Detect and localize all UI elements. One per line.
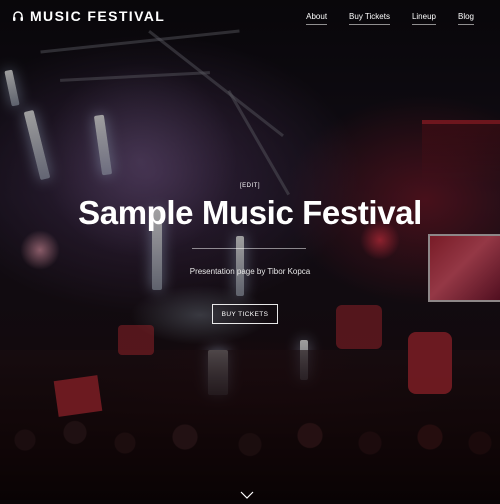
main-nav: About Buy Tickets Lineup Blog — [306, 12, 474, 25]
page-title: Sample Music Festival — [78, 194, 422, 231]
hero-background-image — [0, 0, 500, 500]
buy-tickets-button[interactable]: BUY TICKETS — [212, 304, 278, 324]
nav-lineup[interactable]: Lineup — [411, 12, 436, 25]
page-subtitle: Presentation page by Tibor Kopca — [189, 267, 311, 276]
nav-buy-tickets[interactable]: Buy Tickets — [349, 12, 390, 25]
edit-tag[interactable]: [EDIT] — [0, 183, 500, 189]
brand-name: MUSIC FESTIVAL — [30, 8, 166, 24]
brand-logo[interactable]: MUSIC FESTIVAL — [12, 8, 165, 24]
headphones-icon — [12, 10, 24, 22]
nav-blog[interactable]: Blog — [457, 12, 474, 25]
title-divider — [192, 248, 306, 249]
nav-about[interactable]: About — [306, 12, 328, 25]
chevron-down-icon[interactable] — [240, 486, 254, 499]
